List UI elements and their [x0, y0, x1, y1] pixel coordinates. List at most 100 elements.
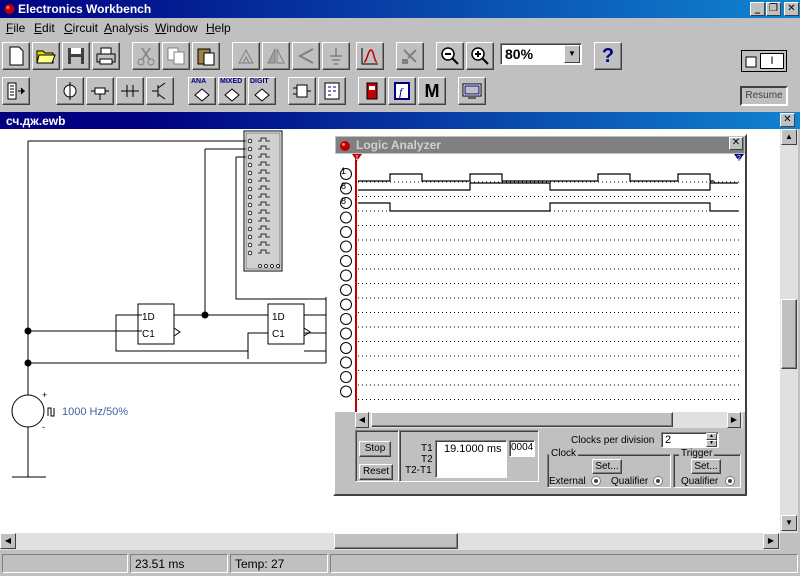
cut-button[interactable]	[132, 42, 160, 70]
flip-horizontal-button[interactable]	[262, 42, 290, 70]
source-plus-label: +	[42, 390, 47, 400]
miscellaneous-bin-button[interactable]: M	[418, 77, 446, 105]
stop-button[interactable]: Stop	[359, 441, 391, 457]
logic-analyzer-close-button[interactable]: ✕	[729, 137, 743, 150]
minimize-button[interactable]: _	[750, 2, 765, 16]
help-button[interactable]: ?	[594, 42, 622, 70]
digital-bin-button[interactable]	[318, 77, 346, 105]
trigger-qualifier-radio[interactable]	[725, 476, 735, 486]
sources-bin-button[interactable]	[56, 77, 84, 105]
mixed-ic-icon	[224, 88, 240, 102]
channel-selector[interactable]	[340, 298, 352, 311]
zoom-out-button[interactable]	[436, 42, 464, 70]
save-button[interactable]	[62, 42, 90, 70]
menu-analysis[interactable]: Analysis	[104, 21, 149, 35]
channel-selector[interactable]	[340, 211, 352, 224]
digital-ics-bin-button[interactable]: DIGIT	[248, 77, 276, 105]
digital-ic-icon	[254, 88, 270, 102]
channel-selector[interactable]	[340, 240, 352, 253]
restore-button[interactable]: ❐	[766, 2, 781, 16]
circuit-horizontal-scrollbar[interactable]: ◀ ▶	[0, 533, 780, 550]
scroll-left-icon[interactable]: ◀	[0, 533, 16, 549]
clock-set-button[interactable]: Set...	[592, 459, 622, 474]
mixed-ics-bin-button[interactable]: MIXED	[218, 77, 246, 105]
favorites-bin-button[interactable]	[2, 77, 30, 105]
menu-file[interactable]: File	[6, 21, 25, 35]
channel-selector[interactable]	[340, 269, 352, 282]
channel-selector[interactable]	[340, 284, 352, 296]
paste-button[interactable]	[192, 42, 220, 70]
waveform-scroll-left-icon[interactable]: ◀	[355, 412, 369, 428]
external-radio[interactable]	[591, 476, 601, 486]
logic-gates-bin-button[interactable]	[288, 77, 316, 105]
diode-icon	[121, 85, 139, 97]
rotate-button[interactable]	[232, 42, 260, 70]
clocks-per-division-label: Clocks per division	[571, 435, 655, 446]
cursor-2-label: 2	[737, 155, 741, 162]
zoom-in-button[interactable]	[466, 42, 494, 70]
zoom-select[interactable]: 80% ▼	[500, 43, 582, 65]
channel-selector[interactable]	[340, 255, 352, 267]
menu-help[interactable]: Help	[206, 21, 231, 35]
graphs-button[interactable]	[356, 42, 384, 70]
diodes-bin-button[interactable]	[116, 77, 144, 105]
status-bar: 23.51 ms Temp: 27	[0, 552, 800, 576]
spin-down-icon[interactable]: ▼	[706, 440, 717, 447]
power-switch[interactable]: I	[741, 50, 787, 72]
waveform-scroll-thumb[interactable]	[371, 412, 673, 427]
scroll-right-icon[interactable]: ▶	[763, 533, 779, 549]
channel-selector[interactable]	[340, 385, 352, 398]
copy-button[interactable]	[162, 42, 190, 70]
channel-selector[interactable]	[340, 313, 352, 325]
zoom-out-icon	[441, 47, 459, 65]
new-button[interactable]	[2, 42, 30, 70]
clocks-per-division-field[interactable]: 2 ▲ ▼	[661, 432, 719, 448]
source-minus-label: -	[42, 422, 45, 432]
resume-button[interactable]: Resume	[740, 86, 788, 106]
scroll-up-icon[interactable]: ▲	[781, 129, 797, 145]
instruments-bin-button[interactable]	[458, 77, 486, 105]
indicator-icon	[366, 82, 378, 100]
hex-value: 0004	[511, 442, 534, 453]
basic-bin-button[interactable]	[86, 77, 114, 105]
chevron-down-icon[interactable]: ▼	[564, 45, 580, 63]
open-button[interactable]	[32, 42, 60, 70]
analog-ics-bin-button[interactable]: ANA	[188, 77, 216, 105]
document-close-button[interactable]: ✕	[780, 113, 795, 127]
menu-edit[interactable]: Edit	[34, 21, 55, 35]
rotate-icon	[238, 48, 254, 64]
subcircuit-button[interactable]	[396, 42, 424, 70]
scroll-down-icon[interactable]: ▼	[781, 515, 797, 531]
channel-selector[interactable]	[340, 226, 352, 238]
logic-analyzer-title-bar[interactable]: Logic Analyzer	[336, 137, 744, 153]
channel-selector[interactable]	[340, 356, 352, 369]
indicators-bin-button[interactable]	[358, 77, 386, 105]
component-properties-button[interactable]	[322, 42, 350, 70]
reset-button[interactable]: Reset	[359, 464, 393, 480]
channel-selector[interactable]	[340, 327, 352, 340]
menu-circuit[interactable]: Circuit	[64, 21, 98, 35]
menu-window[interactable]: Window	[155, 21, 198, 35]
flip-flop-icon	[324, 82, 340, 100]
vertical-scroll-thumb[interactable]	[781, 299, 797, 369]
transistors-bin-button[interactable]	[146, 77, 174, 105]
flip-vertical-button[interactable]	[292, 42, 320, 70]
logic-analyzer-display[interactable]: 1 2 1 8 8	[335, 154, 745, 412]
waveform-scroll-right-icon[interactable]: ▶	[727, 412, 741, 428]
graph-icon	[361, 48, 378, 65]
controls-bin-button[interactable]: f	[388, 77, 416, 105]
clock-qualifier-radio[interactable]	[653, 476, 663, 486]
horizontal-scroll-thumb[interactable]	[334, 533, 458, 549]
spin-up-icon[interactable]: ▲	[706, 433, 717, 440]
close-button[interactable]: ✕	[784, 2, 799, 16]
print-button[interactable]	[92, 42, 120, 70]
channel-selector[interactable]	[340, 342, 352, 354]
trigger-set-button[interactable]: Set...	[691, 459, 721, 474]
scissors-icon	[137, 47, 155, 66]
channel-1-label: 1	[341, 166, 347, 176]
t1-label: T1	[421, 443, 433, 454]
logic-analyzer-scrollbar[interactable]: ◀ ▶	[355, 412, 743, 428]
flip-horizontal-icon	[267, 48, 285, 64]
circuit-vertical-scrollbar[interactable]: ▲ ▼	[780, 129, 798, 533]
channel-selector[interactable]	[340, 371, 352, 383]
